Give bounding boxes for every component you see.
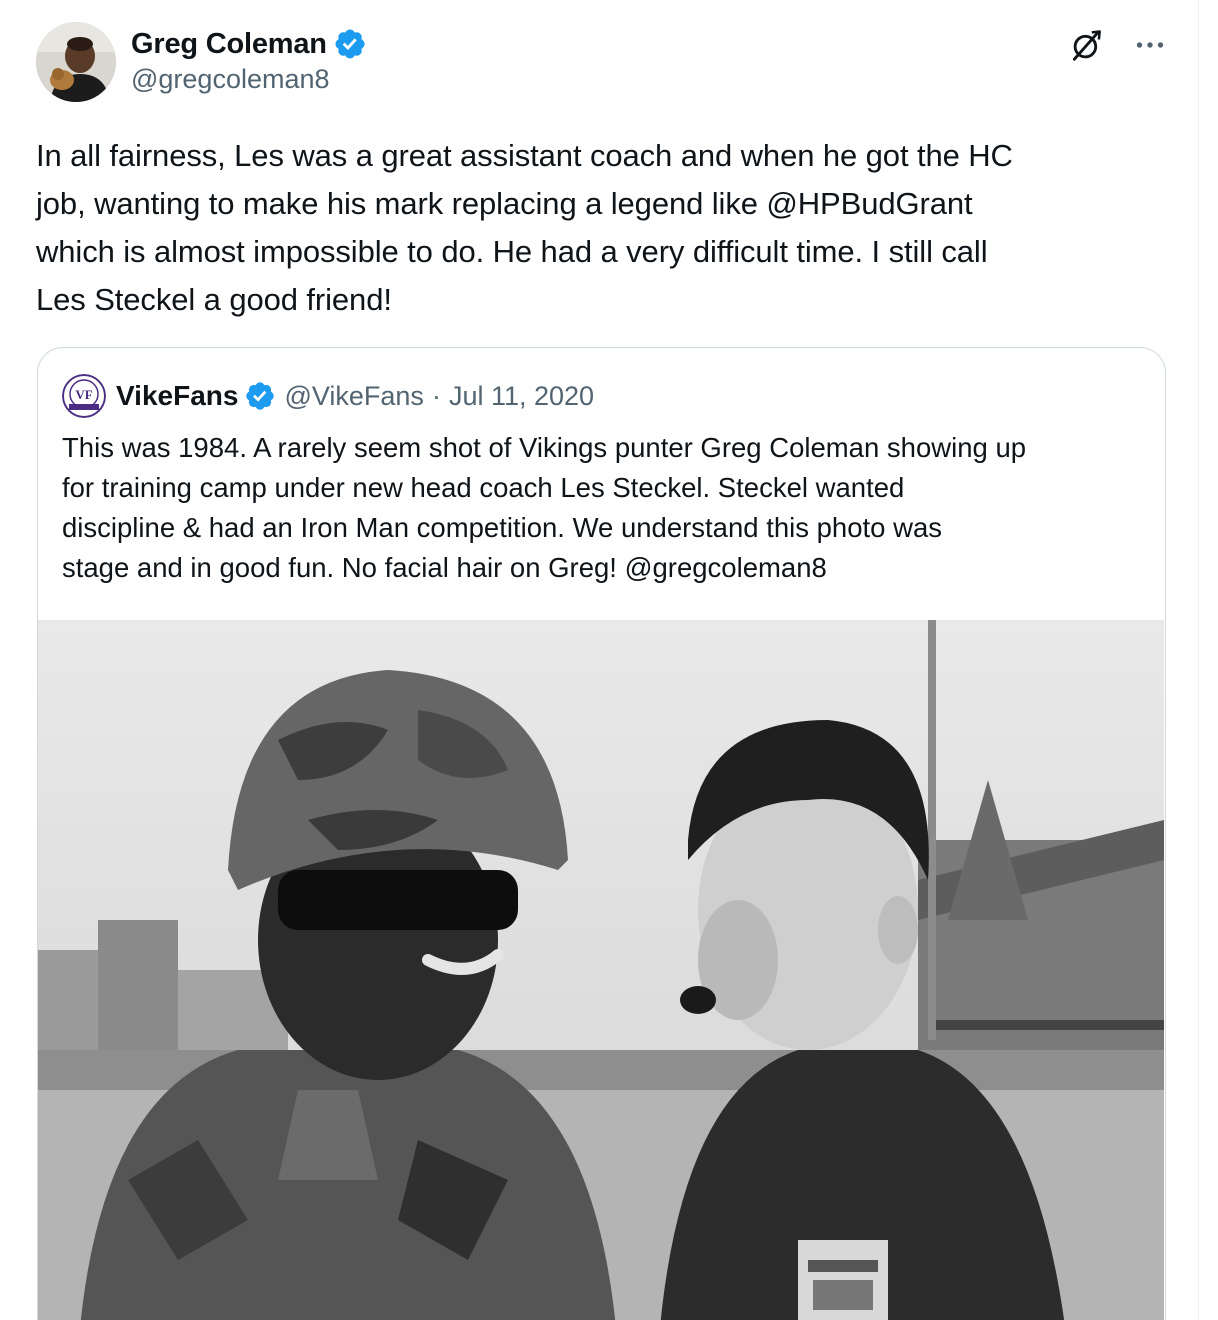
- tweet-text: In all fairness, Les was a great assista…: [36, 138, 1013, 317]
- verified-badge-icon: [335, 29, 365, 59]
- quoted-date[interactable]: Jul 11, 2020: [449, 381, 594, 412]
- quoted-tweet[interactable]: VF VikeFans @VikeFans · Jul 11, 2020 Thi…: [37, 347, 1166, 1320]
- quoted-tweet-text: This was 1984. A rarely seem shot of Vik…: [62, 432, 1027, 583]
- quoted-handle[interactable]: @VikeFans: [284, 381, 423, 412]
- grok-icon[interactable]: [1068, 26, 1106, 64]
- quoted-tweet-header: VF VikeFans @VikeFans · Jul 11, 2020: [62, 374, 594, 418]
- column-border: [1198, 0, 1199, 1320]
- avatar-photo: [36, 22, 116, 102]
- author-avatar[interactable]: [36, 22, 116, 102]
- tweet: Greg Coleman @gregcoleman8 In all fairne…: [0, 0, 1198, 1320]
- more-options-icon[interactable]: [1132, 27, 1168, 63]
- quoted-author-avatar[interactable]: VF: [62, 374, 106, 418]
- verified-badge-icon: [246, 382, 275, 410]
- black-and-white-photo-helmeted-man-and-coach: [38, 620, 1164, 1320]
- vikefans-logo: VF: [62, 374, 106, 418]
- separator-dot: ·: [431, 380, 441, 411]
- tweet-actions-top: [1068, 26, 1168, 64]
- quoted-display-name[interactable]: VikeFans: [116, 380, 238, 412]
- author-display-name[interactable]: Greg Coleman: [131, 28, 327, 61]
- author-handle[interactable]: @gregcoleman8: [131, 64, 330, 95]
- svg-text:VF: VF: [75, 387, 92, 402]
- quoted-tweet-photo[interactable]: [38, 620, 1164, 1320]
- author-name-row[interactable]: Greg Coleman: [131, 26, 367, 62]
